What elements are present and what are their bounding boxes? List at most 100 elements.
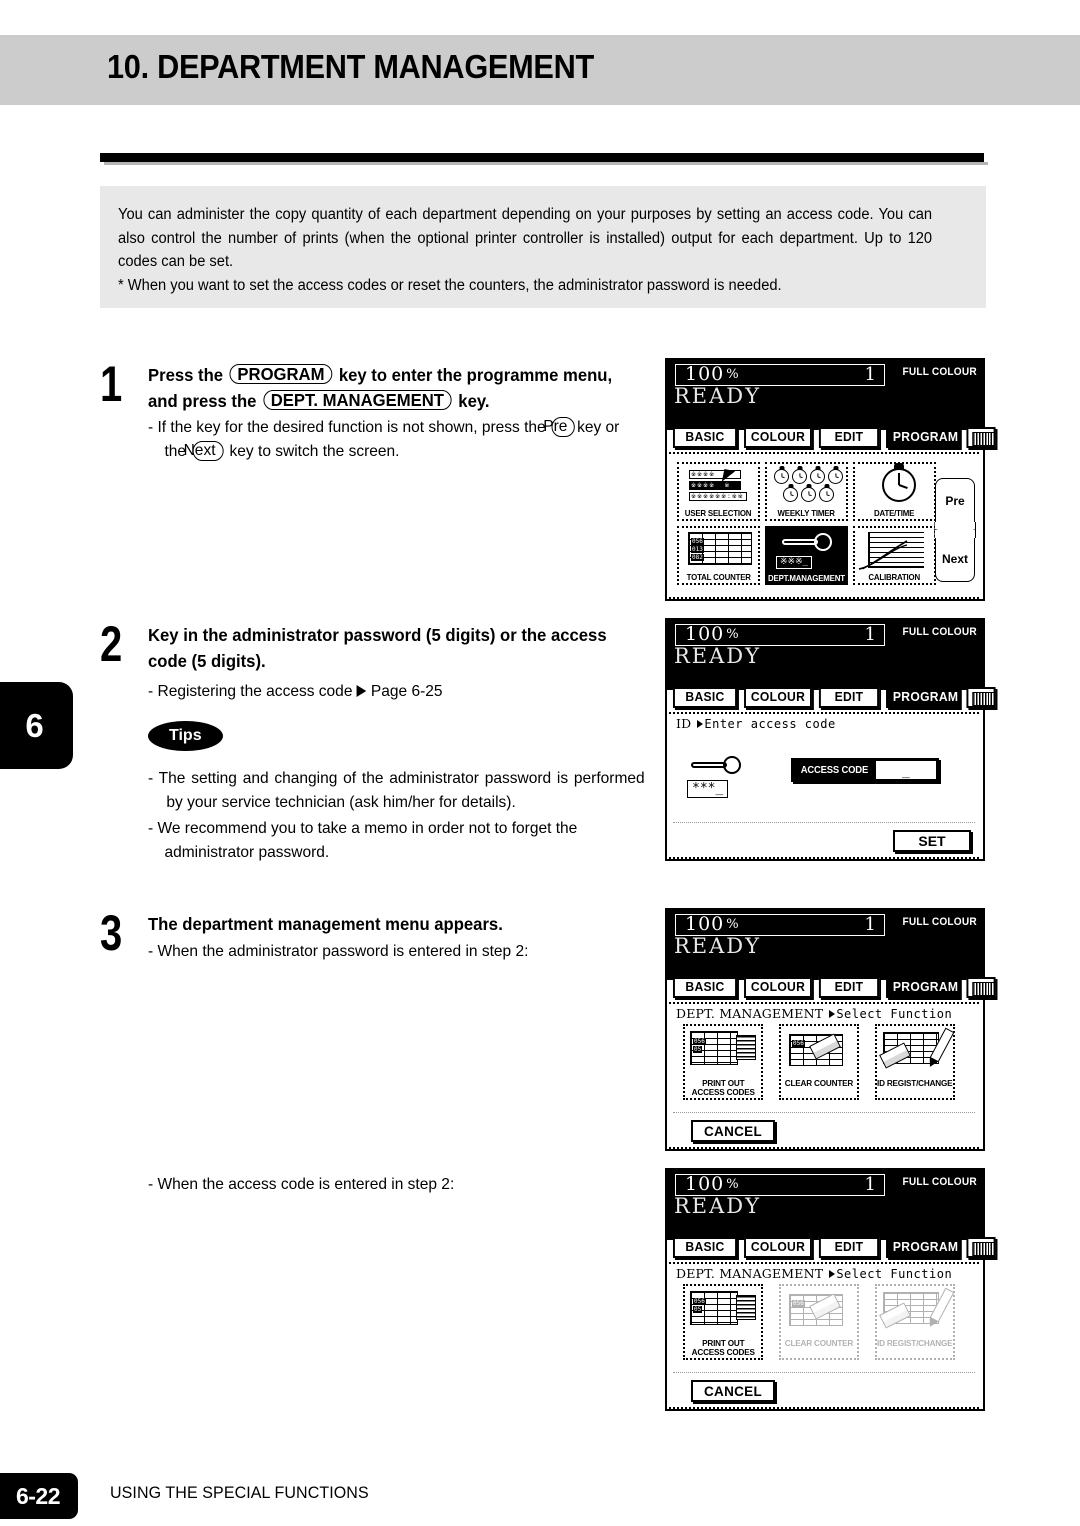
lcd4-tab-edit[interactable]: EDIT: [818, 1236, 880, 1258]
lcd3-tab-colour[interactable]: COLOUR: [744, 976, 812, 998]
step-3-heading: The department management menu appears.: [148, 914, 503, 934]
lcd1-ready-text: READY: [674, 384, 762, 408]
chapter-side-tab: 6: [0, 682, 73, 769]
lcd3-status-label: DEPT. MANAGEMENT: [676, 1006, 824, 1021]
step-3-number: 3: [100, 905, 123, 961]
lcd1-body: ※※※※ ※ ※※※※ ※ ※※※※※※:※※ USER SELECTION W…: [669, 454, 981, 599]
keypad-icon[interactable]: [966, 976, 996, 998]
lcd4-tab-row: BASIC COLOUR EDIT PROGRAM: [667, 1232, 996, 1262]
lcd4-status-bar: 100% 1 FULL COLOUR READY: [667, 1170, 983, 1240]
lcd3-status-line: DEPT. MANAGEMENT Select Function: [676, 1006, 952, 1021]
lcd3-status-value: Select Function: [836, 1007, 953, 1021]
lcd2-colour-mode: FULL COLOUR: [902, 626, 977, 638]
keypad-icon[interactable]: [966, 1236, 996, 1258]
cancel-button[interactable]: CANCEL: [691, 1120, 775, 1142]
calibration-icon: [855, 528, 934, 573]
intro-box: You can administer the copy quantity of …: [100, 186, 986, 308]
arrow-right-icon: [356, 685, 367, 697]
horizontal-rule: [100, 153, 984, 162]
lcd1-divider-bottom: [669, 597, 981, 599]
lcd2-tab-colour[interactable]: COLOUR: [744, 686, 812, 708]
key-icon: [691, 756, 743, 778]
fn-dept-management-label: DEPT.MANAGEMENT: [768, 573, 845, 583]
fn-clear-counter[interactable]: 056 CLEAR COUNTER: [779, 1024, 859, 1100]
fn-user-selection[interactable]: ※※※※ ※ ※※※※ ※ ※※※※※※:※※ USER SELECTION: [677, 462, 760, 521]
lcd4-body: DEPT. MANAGEMENT Select Function 056 05 P…: [669, 1264, 981, 1409]
set-button[interactable]: SET: [893, 830, 971, 852]
access-code-input[interactable]: ACCESS CODE _: [791, 758, 939, 782]
lcd4-percent-sign: %: [726, 1177, 740, 1192]
fn-date-time[interactable]: DATE/TIME: [853, 462, 936, 521]
page-title: 10. DEPARTMENT MANAGEMENT: [107, 48, 594, 85]
lcd1-tab-edit[interactable]: EDIT: [818, 426, 880, 448]
nav-prev-button[interactable]: Pre: [935, 478, 975, 524]
fn-print-out-access-codes[interactable]: 056 05 PRINT OUT ACCESS CODES: [683, 1284, 763, 1360]
step-2-reference: - Registering the access code Page 6-25: [148, 680, 645, 704]
fn-id-regist-change-disabled: ID REGIST/CHANGE: [875, 1284, 955, 1360]
lcd3-separator: [673, 1112, 975, 1113]
lcd-panel-access-code: 100% 1 FULL COLOUR READY BASIC COLOUR ED…: [665, 618, 996, 861]
lcd4-ratio-value: 100: [685, 1173, 725, 1195]
keypad-icon[interactable]: [966, 426, 996, 448]
id-regist-change-icon: [877, 1026, 955, 1079]
lcd3-tab-edit[interactable]: EDIT: [818, 976, 880, 998]
lcd4-copy-count: 1: [864, 1174, 877, 1195]
keypad-icon[interactable]: [966, 686, 996, 708]
lcd3-colour-mode: FULL COLOUR: [902, 916, 977, 928]
fn-clear-counter-disabled: 056 CLEAR COUNTER: [779, 1284, 859, 1360]
pointer-icon: [697, 720, 704, 728]
lcd4-tab-basic[interactable]: BASIC: [672, 1236, 738, 1258]
fn-weekly-timer[interactable]: WEEKLY TIMER: [765, 462, 848, 521]
lcd1-tab-basic[interactable]: BASIC: [672, 426, 738, 448]
lcd3-body: DEPT. MANAGEMENT Select Function 056 05 P…: [669, 1004, 981, 1149]
lcd2-separator: [673, 822, 975, 823]
next-key-ref: Next: [184, 441, 224, 461]
lcd2-percent-sign: %: [726, 627, 740, 642]
lcd2-tab-basic[interactable]: BASIC: [672, 686, 738, 708]
fn-print-out-label-2: ACCESS CODES: [691, 1347, 755, 1357]
lcd2-tab-edit[interactable]: EDIT: [818, 686, 880, 708]
lcd2-status-label: ID: [676, 716, 692, 731]
step-1-number: 1: [100, 356, 123, 412]
step-2-number: 2: [100, 616, 123, 672]
lcd1-tab-program[interactable]: PROGRAM: [886, 426, 960, 448]
fn-clear-counter-label: CLEAR COUNTER: [784, 1338, 854, 1348]
fn-id-regist-change[interactable]: ID REGIST/CHANGE: [875, 1024, 955, 1100]
fn-total-counter[interactable]: 056 013 082 TOTAL COUNTER: [677, 526, 760, 585]
step-1-head-c: key.: [458, 391, 490, 411]
lcd3-tab-program[interactable]: PROGRAM: [886, 976, 960, 998]
nav-next-button[interactable]: Next: [935, 536, 975, 582]
fn-id-regist-label: ID REGIST/CHANGE: [877, 1338, 953, 1348]
pre-key-ref: Pre: [543, 417, 576, 437]
dept-management-key-ref: DEPT. MANAGEMENT: [262, 390, 452, 410]
lcd2-ratio-value: 100: [685, 623, 725, 645]
lcd3-copy-count: 1: [864, 914, 877, 935]
fn-dept-management[interactable]: ※※※_ DEPT.MANAGEMENT: [765, 526, 848, 585]
lcd4-status-value: Select Function: [836, 1267, 953, 1281]
cancel-button[interactable]: CANCEL: [691, 1380, 775, 1402]
lcd4-tab-program[interactable]: PROGRAM: [886, 1236, 960, 1258]
fn-calibration-label: CALIBRATION: [868, 572, 921, 582]
access-code-value: _: [875, 761, 936, 779]
lcd3-zoom-ratio: 100% 1: [675, 914, 885, 936]
intro-paragraph: You can administer the copy quantity of …: [118, 206, 933, 270]
fn-print-out-label-2: ACCESS CODES: [691, 1087, 755, 1097]
masked-code-indicator: ***_: [687, 780, 729, 798]
print-out-access-codes-icon: 056 05: [685, 1026, 761, 1079]
lcd3-tab-basic[interactable]: BASIC: [672, 976, 738, 998]
step-1-head-a: Press the: [148, 365, 224, 385]
step-1-sub-a: - If the key for the desired function is…: [148, 419, 546, 436]
lcd1-tab-colour[interactable]: COLOUR: [744, 426, 812, 448]
lcd-panel-programme-menu: 100% 1 FULL COLOUR READY BASIC COLOUR ED…: [665, 358, 996, 601]
lcd4-status-label: DEPT. MANAGEMENT: [676, 1266, 824, 1281]
fn-calibration[interactable]: CALIBRATION: [853, 526, 936, 585]
footer-section-title: USING THE SPECIAL FUNCTIONS: [110, 1484, 369, 1502]
intro-note: * When you want to set the access codes …: [118, 276, 782, 294]
fn-print-out-access-codes[interactable]: 056 05 PRINT OUT ACCESS CODES: [683, 1024, 763, 1100]
lcd2-tab-program[interactable]: PROGRAM: [886, 686, 960, 708]
lcd4-tab-colour[interactable]: COLOUR: [744, 1236, 812, 1258]
lcd2-body: ID Enter access code ***_ ACCESS CODE _ S…: [669, 714, 981, 859]
lcd-panel-dept-menu-user: 100% 1 FULL COLOUR READY BASIC COLOUR ED…: [665, 1168, 996, 1411]
access-code-label: ACCESS CODE: [800, 764, 869, 776]
lcd2-status-bar: 100% 1 FULL COLOUR READY: [667, 620, 983, 690]
